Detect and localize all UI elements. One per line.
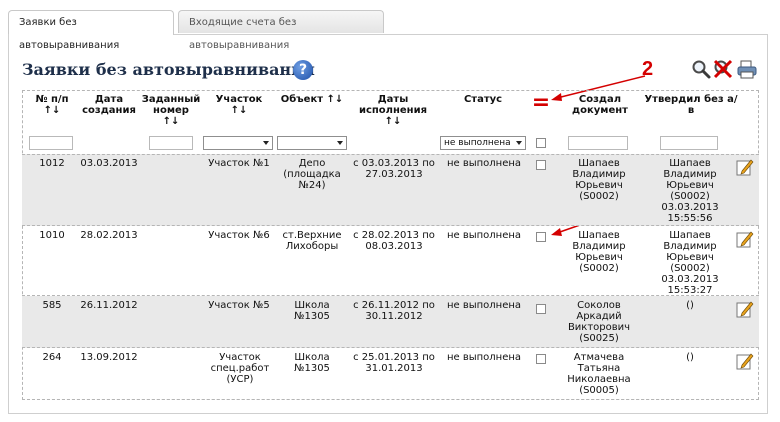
header-area[interactable]: Участок ↑↓ (202, 94, 276, 116)
page-title: Заявки без автовыравнивания (22, 60, 315, 79)
cell-created: 03.03.2013 (80, 158, 138, 169)
print-icon[interactable] (736, 58, 758, 80)
cell-status: не выполнена (446, 352, 522, 363)
cell-dates: с 03.03.2013 по 27.03.2013 (353, 158, 435, 180)
filter-object[interactable] (277, 136, 347, 150)
cell-area: Участок №1 (208, 158, 270, 169)
cell-creator: Атмачева Татьяна Николаевна (S0005) (567, 352, 631, 396)
tab-requests[interactable]: Заявки без автовыравнивания (8, 10, 174, 51)
row-checkbox[interactable] (536, 304, 546, 314)
cell-dates: с 25.01.2013 по 31.01.2013 (353, 352, 435, 374)
cell-created: 26.11.2012 (80, 300, 138, 311)
filter-set-number[interactable] (149, 136, 193, 150)
filter-num[interactable] (29, 136, 73, 150)
cell-approver: () (686, 300, 694, 311)
cell-status: не выполнена (446, 230, 522, 241)
row-checkbox[interactable] (536, 232, 546, 242)
header-status[interactable]: Статус (438, 94, 528, 105)
cell-approver: Шапаев Владимир Юрьевич (S0002) 03.03.20… (661, 158, 719, 224)
header-dates[interactable]: Даты исполнения ↑↓ (348, 94, 438, 127)
filter-area[interactable] (203, 136, 273, 150)
cell-num: 264 (42, 352, 62, 363)
filter-checkbox[interactable] (536, 138, 546, 148)
tab-incoming-invoices[interactable]: Входящие счета без автовыравнивания (178, 10, 384, 51)
search-icon[interactable] (690, 58, 712, 80)
header-creator[interactable]: Создал документ (560, 94, 640, 116)
cell-num: 1012 (39, 158, 65, 169)
cell-area: Участок №6 (208, 230, 270, 241)
cell-status: не выполнена (446, 158, 522, 169)
filter-approver[interactable] (660, 136, 718, 150)
edit-pencil-icon[interactable] (736, 352, 754, 370)
cell-area: Участок №5 (208, 300, 270, 311)
edit-pencil-icon[interactable] (736, 300, 754, 318)
cell-num: 1010 (39, 230, 65, 241)
sort-arrows-icon: ↑↓ (384, 116, 402, 127)
tab-bar: Заявки без автовыравнивания Входящие сче… (8, 10, 768, 51)
row-checkbox[interactable] (536, 354, 546, 364)
sort-arrows-icon: ↑↓ (326, 94, 344, 105)
cell-creator: Шапаев Владимир Юрьевич (S0002) (572, 158, 626, 202)
cell-creator: Шапаев Владимир Юрьевич (S0002) (572, 230, 626, 274)
header-set-number[interactable]: Заданный номер ↑↓ (140, 94, 202, 127)
cell-object: Школа №1305 (294, 352, 330, 374)
filter-status[interactable]: не выполнена (440, 136, 526, 150)
header-num[interactable]: № п/п ↑↓ (26, 94, 78, 116)
cell-status: не выполнена (446, 300, 522, 311)
edit-pencil-icon[interactable] (736, 230, 754, 248)
cell-object: Депо (площадка №24) (283, 158, 341, 191)
header-equals-icon[interactable]: = (528, 90, 554, 116)
cell-approver: Шапаев Владимир Юрьевич (S0002) 03.03.20… (661, 230, 719, 296)
header-object[interactable]: Объект ↑↓ (276, 94, 348, 105)
sort-arrows-icon: ↑↓ (230, 105, 248, 116)
header-approver[interactable]: Утвердил без а/в (644, 94, 738, 116)
cell-area: Участок спец.работ (УСР) (210, 352, 270, 385)
cell-approver: () (686, 352, 694, 363)
edit-pencil-icon[interactable] (736, 158, 754, 176)
cell-dates: с 26.11.2012 по 30.11.2012 (353, 300, 435, 322)
sort-arrows-icon: ↑↓ (43, 105, 61, 116)
cell-creator: Соколов Аркадий Викторович (S0025) (567, 300, 631, 344)
header-created[interactable]: Дата создания (78, 94, 140, 116)
filter-creator[interactable] (568, 136, 628, 150)
cell-num: 585 (42, 300, 62, 311)
clear-filter-icon[interactable] (712, 58, 734, 80)
help-icon[interactable]: ? (293, 60, 313, 80)
cell-created: 28.02.2013 (80, 230, 138, 241)
cell-object: Школа №1305 (294, 300, 330, 322)
sort-arrows-icon: ↑↓ (162, 116, 180, 127)
row-checkbox[interactable] (536, 160, 546, 170)
cell-created: 13.09.2012 (80, 352, 138, 363)
cell-object: ст.Верхние Лихоборы (282, 230, 342, 252)
cell-dates: с 28.02.2013 по 08.03.2013 (353, 230, 435, 252)
